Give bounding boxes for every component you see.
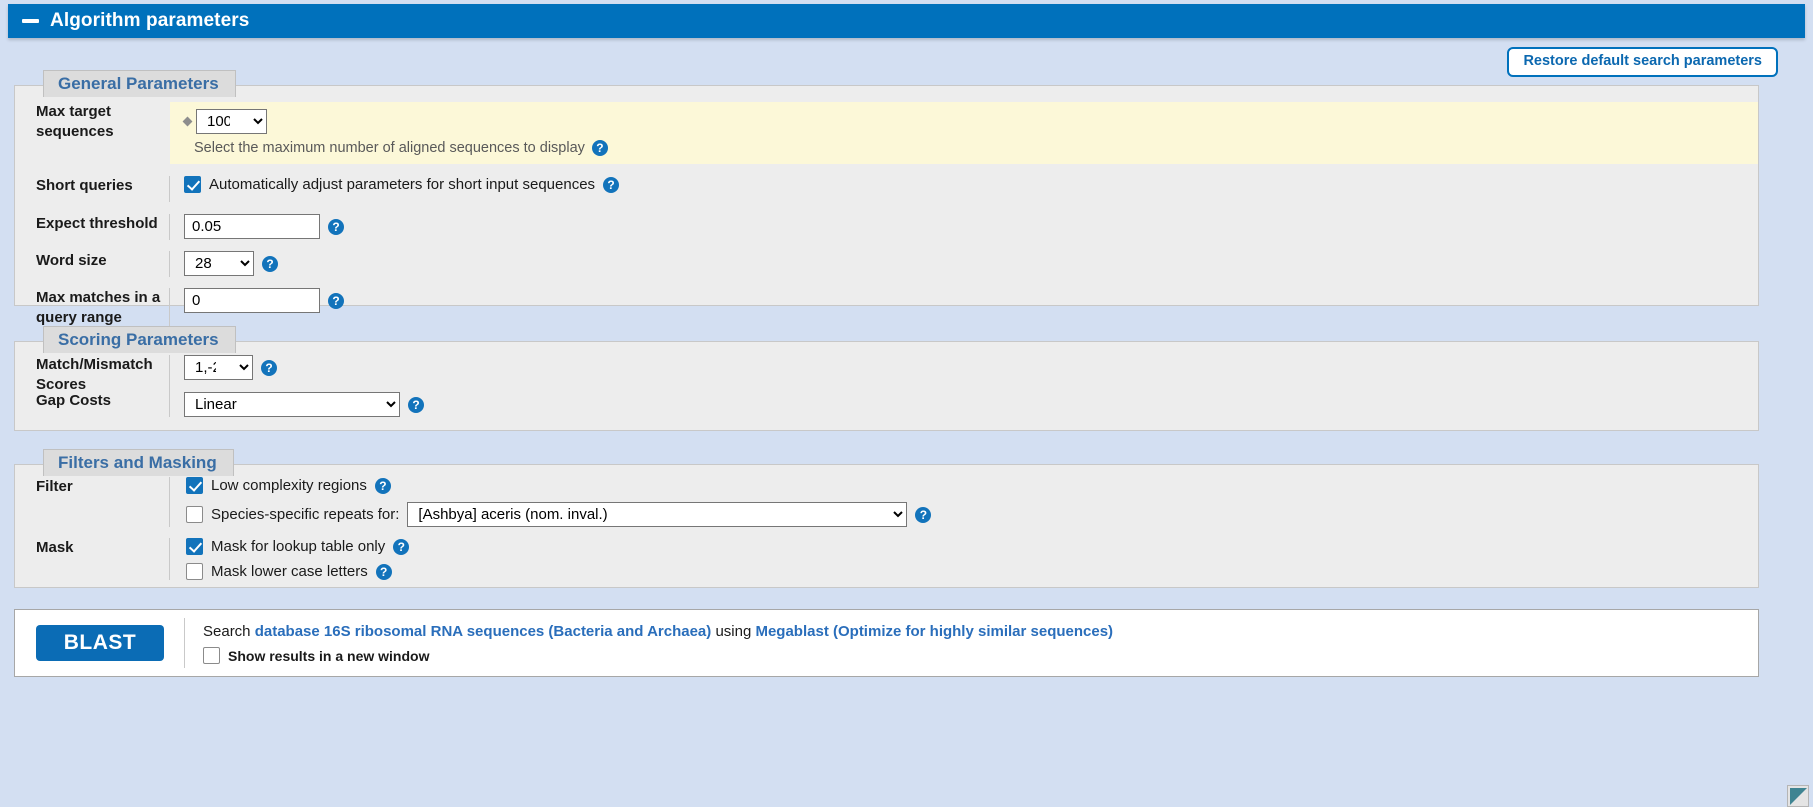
help-icon-low-complexity-regions[interactable]: ?	[374, 477, 391, 494]
row-match-mismatch-scores: Match/Mismatch Scores 1,-2 ? Linear ?	[15, 355, 1758, 417]
help-icon-expect-threshold[interactable]: ?	[328, 218, 344, 235]
blast-button[interactable]: BLAST	[36, 625, 164, 661]
show-results-new-window-line: Show results in a new window	[203, 647, 1113, 665]
mask-for-lookup-table-only-label: Mask for lookup table only	[211, 538, 386, 555]
match-mismatch-control-line: 1,-2 ?	[184, 355, 1758, 380]
max-target-sequences-hint-row: Select the maximum number of aligned seq…	[170, 134, 1758, 156]
gap-costs-select[interactable]: Linear	[184, 392, 400, 417]
short-queries-checkbox[interactable]	[184, 176, 201, 193]
row-word-size: Word size 28 ?	[15, 251, 1758, 277]
help-icon-max-target-sequences[interactable]: ?	[591, 140, 608, 156]
short-queries-checkbox-line: Automatically adjust parameters for shor…	[184, 176, 1758, 193]
mask-lower-case-letters-label: Mask lower case letters	[211, 563, 368, 580]
section-scoring-parameters: Scoring Parameters Match/Mismatch Scores…	[14, 326, 1759, 431]
mask-for-lookup-table-only-checkbox[interactable]	[186, 538, 203, 555]
label-max-target-sequences: Max target sequences	[36, 103, 114, 140]
word-size-select[interactable]: 28	[184, 251, 254, 276]
word-size-control-line: 28 ?	[184, 251, 1758, 276]
show-results-in-new-window-label: Show results in a new window	[228, 647, 430, 664]
mask-lower-case-letters-checkbox[interactable]	[186, 563, 203, 580]
restore-default-search-parameters-button[interactable]: Restore default search parameters	[1507, 47, 1778, 77]
show-results-in-new-window-checkbox[interactable]	[203, 647, 220, 665]
max-target-sequences-hint: Select the maximum number of aligned seq…	[194, 140, 585, 156]
max-target-sequences-highlight: 1000 Select the maximum number of aligne…	[170, 102, 1758, 164]
expect-threshold-control-line: ?	[184, 214, 1758, 239]
restore-button-row: Restore default search parameters	[0, 47, 1813, 77]
row-filter: Filter Low complexity regions ? Species-…	[15, 477, 1758, 527]
bullet-diamond-icon	[182, 116, 193, 126]
label-expect-threshold: Expect threshold	[36, 215, 158, 232]
help-icon-species-specific-repeats[interactable]: ?	[915, 506, 932, 523]
max-matches-query-range-input[interactable]	[184, 288, 320, 313]
max-matches-control-line: ?	[184, 288, 1758, 313]
match-mismatch-scores-select[interactable]: 1,-2	[184, 355, 253, 380]
row-short-queries: Short queries Automatically adjust param…	[15, 176, 1758, 202]
using-text: using	[715, 622, 752, 640]
low-complexity-regions-label: Low complexity regions	[211, 477, 367, 494]
short-queries-checkbox-label: Automatically adjust parameters for shor…	[209, 176, 596, 193]
row-max-target-sequences: Max target sequences 1000 Select the max…	[15, 102, 1758, 164]
window-resize-grip[interactable]	[1787, 785, 1809, 807]
section-filters-and-masking: Filters and Masking Filter Low complexit…	[14, 449, 1759, 588]
label-mask: Mask	[36, 539, 74, 556]
search-prefix-text: Search	[203, 622, 251, 640]
species-specific-repeats-checkbox[interactable]	[186, 506, 203, 523]
row-expect-threshold: Expect threshold ?	[15, 214, 1758, 240]
label-match-mismatch-scores: Match/Mismatch Scores	[36, 356, 153, 393]
label-gap-costs: Gap Costs	[36, 392, 112, 409]
section-general-parameters: General Parameters Max target sequences …	[14, 70, 1759, 334]
expect-threshold-input[interactable]	[184, 214, 320, 239]
label-max-matches-query-range: Max matches in a query range	[36, 289, 161, 326]
search-summary-line: Search database 16S ribosomal RNA sequen…	[203, 622, 1113, 642]
max-target-sequences-select[interactable]: 1000	[196, 109, 267, 134]
low-complexity-line: Low complexity regions ?	[186, 477, 1758, 494]
low-complexity-regions-checkbox[interactable]	[186, 477, 203, 494]
gap-costs-control-line: Linear ?	[184, 392, 1758, 417]
mask-lower-case-line: Mask lower case letters ?	[186, 563, 1758, 580]
help-icon-mask-lower-case[interactable]: ?	[375, 563, 392, 580]
help-icon-max-matches-query-range[interactable]: ?	[328, 292, 344, 309]
help-icon-gap-costs[interactable]: ?	[408, 396, 424, 413]
row-mask: Mask Mask for lookup table only ? Mask l…	[15, 538, 1758, 580]
species-specific-repeats-label: Species-specific repeats for:	[211, 506, 400, 523]
species-repeats-organism-select[interactable]: [Ashbya] aceris (nom. inval.)	[407, 502, 908, 527]
legend-filters-and-masking: Filters and Masking	[43, 449, 234, 476]
database-link[interactable]: database 16S ribosomal RNA sequences (Ba…	[255, 623, 712, 640]
footer-text-block: Search database 16S ribosomal RNA sequen…	[185, 622, 1113, 665]
panel-title-bar[interactable]: Algorithm parameters	[8, 4, 1805, 38]
help-icon-short-queries[interactable]: ?	[603, 176, 620, 193]
label-short-queries: Short queries	[36, 177, 133, 194]
legend-general-parameters: General Parameters	[43, 70, 236, 97]
label-filter: Filter	[36, 478, 73, 495]
species-repeats-line: Species-specific repeats for: [Ashbya] a…	[186, 502, 1758, 527]
label-word-size: Word size	[36, 252, 107, 269]
program-link[interactable]: Megablast (Optimize for highly similar s…	[755, 623, 1113, 640]
blast-submit-bar: BLAST Search database 16S ribosomal RNA …	[14, 609, 1759, 677]
collapse-minus-icon[interactable]	[22, 19, 39, 23]
help-icon-match-mismatch-scores[interactable]: ?	[261, 359, 277, 376]
page-title: Algorithm parameters	[50, 10, 250, 31]
help-icon-word-size[interactable]: ?	[262, 255, 278, 272]
row-max-matches-query-range: Max matches in a query range ?	[15, 288, 1758, 334]
mask-lookup-table-line: Mask for lookup table only ?	[186, 538, 1758, 555]
legend-scoring-parameters: Scoring Parameters	[43, 326, 236, 353]
help-icon-mask-lookup-table[interactable]: ?	[393, 538, 410, 555]
